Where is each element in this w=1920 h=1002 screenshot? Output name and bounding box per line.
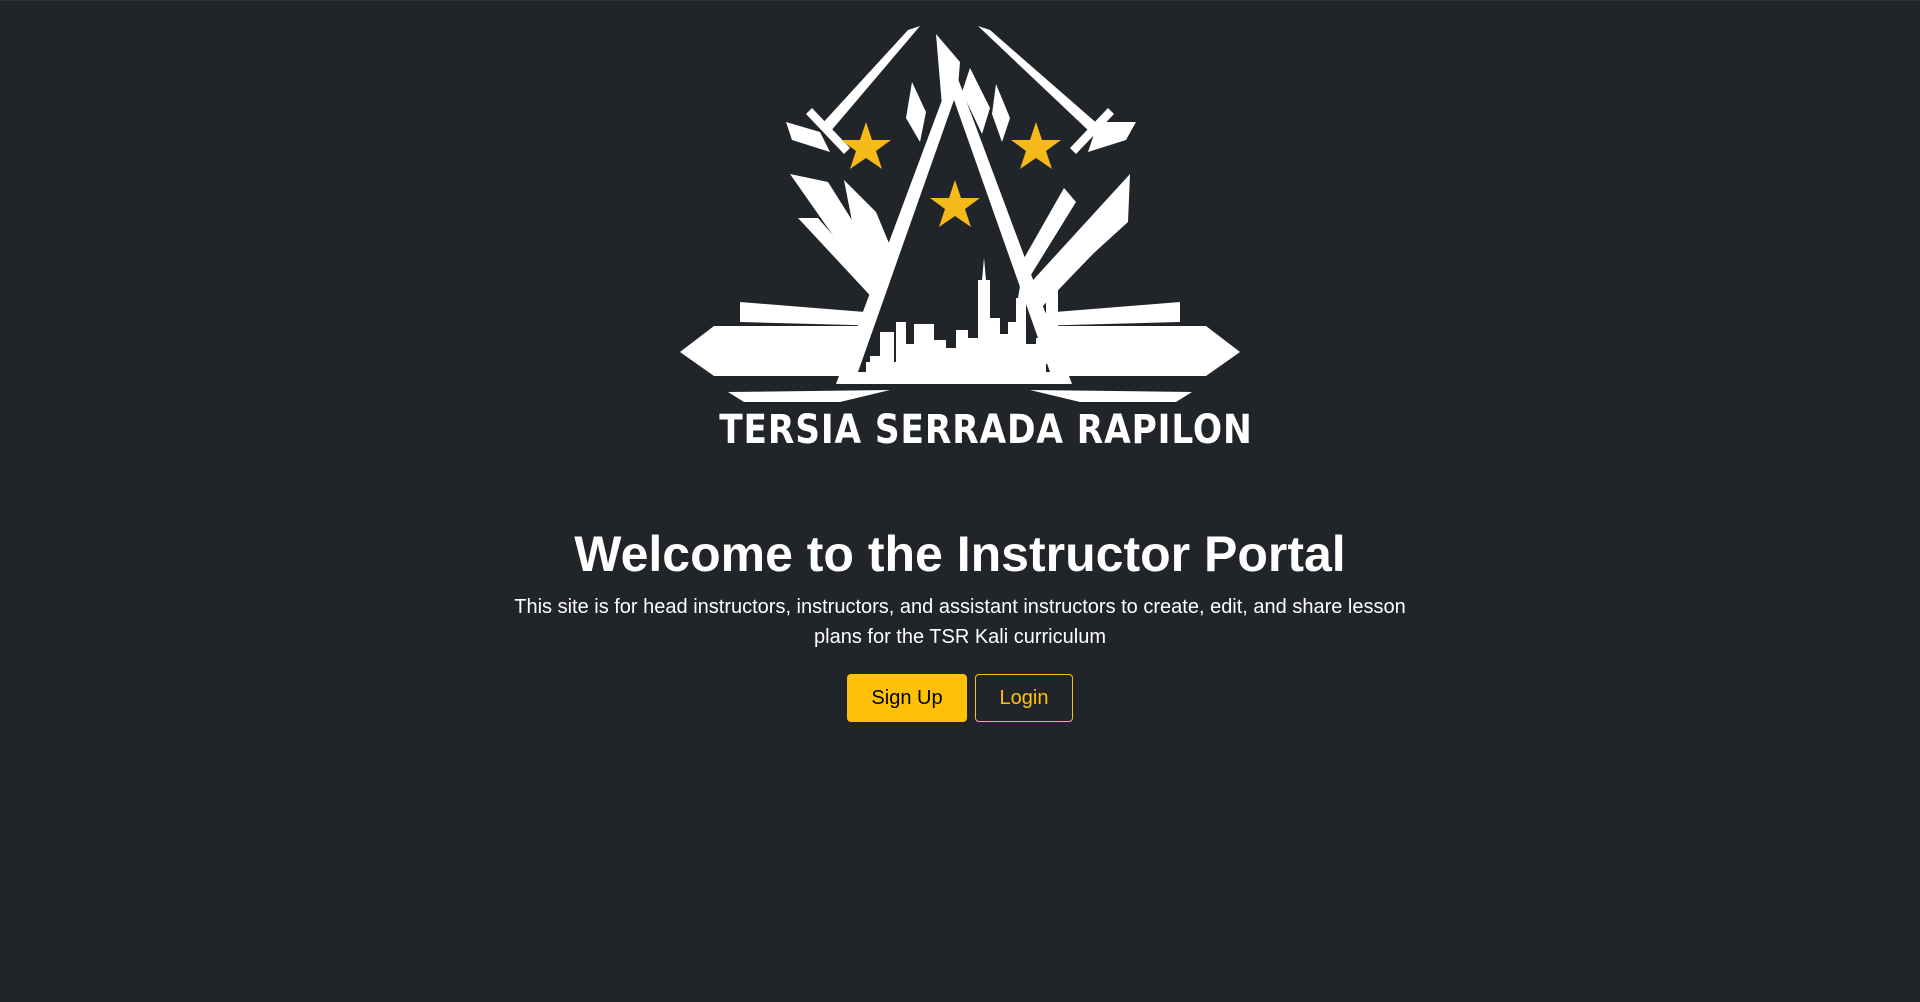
action-buttons: Sign Up Login <box>0 674 1920 722</box>
tsr-emblem-graphic <box>680 26 1240 402</box>
top-border <box>0 0 1920 1</box>
brand-name: TERSIA SERRADA RAPILON <box>719 407 1253 453</box>
login-button[interactable]: Login <box>975 674 1073 722</box>
star-icon <box>841 122 891 169</box>
wing-right-lower <box>1030 390 1192 402</box>
peak-shard-right <box>992 84 1010 142</box>
page-title: Welcome to the Instructor Portal <box>574 526 1346 582</box>
sign-up-button[interactable]: Sign Up <box>847 674 967 722</box>
peak-shard-left <box>906 82 926 142</box>
sword-left <box>786 26 920 154</box>
page-description: This site is for head instructors, instr… <box>514 596 1406 648</box>
wing-left-lower <box>728 390 890 402</box>
tsr-logo: TERSIA SERRADA RAPILON <box>680 22 1253 462</box>
star-icon <box>1011 122 1061 169</box>
